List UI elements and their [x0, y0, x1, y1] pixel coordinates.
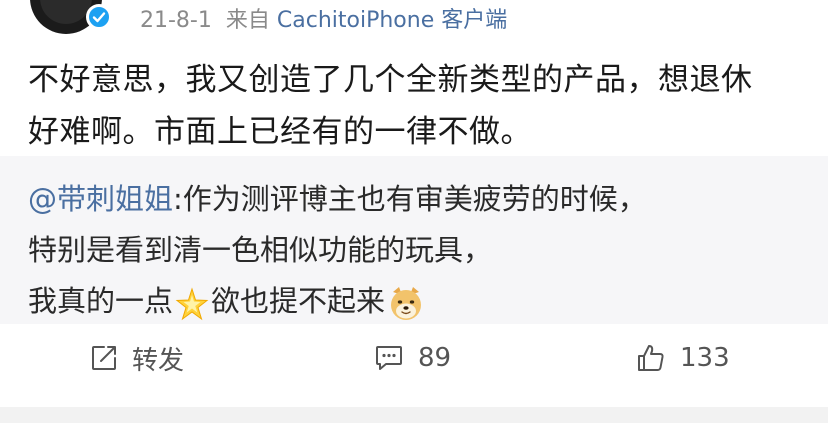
action-bar: 转发 89 133 [0, 324, 828, 394]
like-button[interactable]: 133 [636, 338, 730, 378]
thumbs-up-icon [638, 345, 664, 371]
doge-emoji-icon [387, 284, 425, 322]
comment-icon [376, 346, 402, 370]
sparkle-star-emoji-icon [175, 286, 209, 321]
quoted-line-1: @带刺姐姐:作为测评博主也有审美疲劳的时候， [28, 174, 808, 225]
quoted-line-3: 我真的一点 欲也提不起来 [28, 276, 808, 327]
post-text-line-1: 不好意思，我又创造了几个全新类型的产品，想退休 [28, 62, 753, 98]
verified-badge-icon [86, 4, 112, 30]
repost-button[interactable]: 转发 [90, 338, 184, 378]
like-count: 133 [680, 343, 730, 373]
post-date: 21-8-1 [140, 8, 212, 33]
repost-icon [92, 346, 116, 370]
quoted-post[interactable]: @带刺姐姐:作为测评博主也有审美疲劳的时候， 特别是看到清一色相似功能的玩具， … [0, 156, 828, 324]
post-text: 不好意思，我又创造了几个全新类型的产品，想退休 好难啊。市面上已经有的一律不做。 [28, 54, 804, 158]
repost-label: 转发 [132, 345, 185, 376]
mention-link[interactable]: @带刺姐姐 [28, 182, 173, 216]
avatar-image [40, 0, 92, 24]
post-text-line-2: 好难啊。市面上已经有的一律不做。 [28, 114, 532, 150]
comment-button[interactable]: 89 [374, 338, 451, 378]
source-prefix: 来自 [225, 8, 270, 33]
weibo-post: 21-8-1 来自 CachitoiPhone 客户端 不好意思，我又创造了几个全… [0, 0, 828, 423]
quoted-line-2: 特别是看到清一色相似功能的玩具， [28, 233, 493, 267]
feed-divider [0, 407, 828, 423]
comment-count: 89 [418, 343, 452, 373]
post-header: 21-8-1 来自 CachitoiPhone 客户端 [0, 0, 828, 44]
quoted-line-1-text: :作为测评博主也有审美疲劳的时候， [173, 182, 647, 216]
quoted-line-3-text-a: 我真的一点 [28, 284, 174, 318]
post-meta: 21-8-1 来自 CachitoiPhone 客户端 [140, 2, 507, 34]
source-link[interactable]: CachitoiPhone 客户端 [277, 8, 507, 33]
quoted-text: @带刺姐姐:作为测评博主也有审美疲劳的时候， 特别是看到清一色相似功能的玩具， … [28, 174, 808, 327]
quoted-line-3-text-b: 欲也提不起来 [211, 284, 386, 318]
